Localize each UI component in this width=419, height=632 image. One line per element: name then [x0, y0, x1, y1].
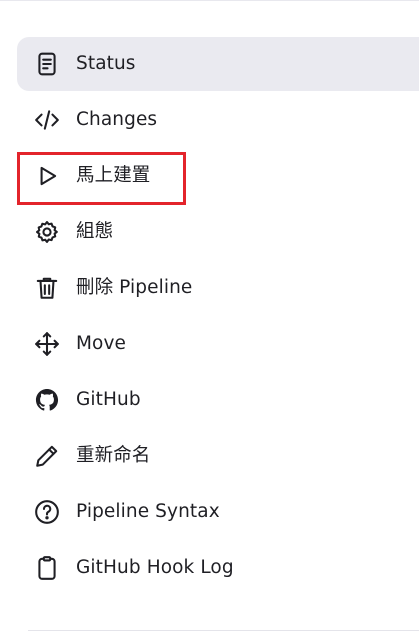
task-changes[interactable]: Changes	[17, 93, 419, 147]
task-pipeline-syntax[interactable]: Pipeline Syntax	[17, 485, 419, 539]
pencil-icon	[33, 442, 61, 470]
play-icon	[33, 162, 61, 190]
task-github[interactable]: GitHub	[17, 373, 419, 427]
task-github-hook-log[interactable]: GitHub Hook Log	[17, 541, 419, 595]
task-label: GitHub Hook Log	[76, 556, 234, 578]
task-label: 重新命名	[76, 444, 151, 466]
task-label: 刪除 Pipeline	[76, 276, 193, 298]
task-configure[interactable]: 組態	[17, 205, 419, 259]
clipboard-icon	[33, 554, 61, 582]
task-delete-pipeline[interactable]: 刪除 Pipeline	[17, 261, 419, 315]
top-divider	[0, 0, 419, 1]
task-build-now[interactable]: 馬上建置	[17, 149, 419, 203]
trash-icon	[33, 274, 61, 302]
task-rename[interactable]: 重新命名	[17, 429, 419, 483]
task-label: Move	[76, 332, 127, 354]
move-icon	[33, 330, 61, 358]
task-move[interactable]: Move	[17, 317, 419, 371]
task-label: 組態	[76, 220, 114, 242]
task-label: 馬上建置	[76, 164, 151, 186]
task-label: Status	[76, 52, 136, 74]
task-label: Pipeline Syntax	[76, 500, 220, 522]
help-icon	[33, 498, 61, 526]
github-icon	[33, 386, 61, 414]
document-icon	[33, 50, 61, 78]
task-label: GitHub	[76, 388, 141, 410]
code-icon	[33, 106, 61, 134]
gear-icon	[33, 218, 61, 246]
bottom-divider	[28, 630, 419, 631]
task-label: Changes	[76, 108, 158, 130]
task-status[interactable]: Status	[17, 37, 419, 91]
sidebar-task-list: Status Changes 馬上建置 組態 刪除 Pipeline Move	[17, 37, 419, 597]
